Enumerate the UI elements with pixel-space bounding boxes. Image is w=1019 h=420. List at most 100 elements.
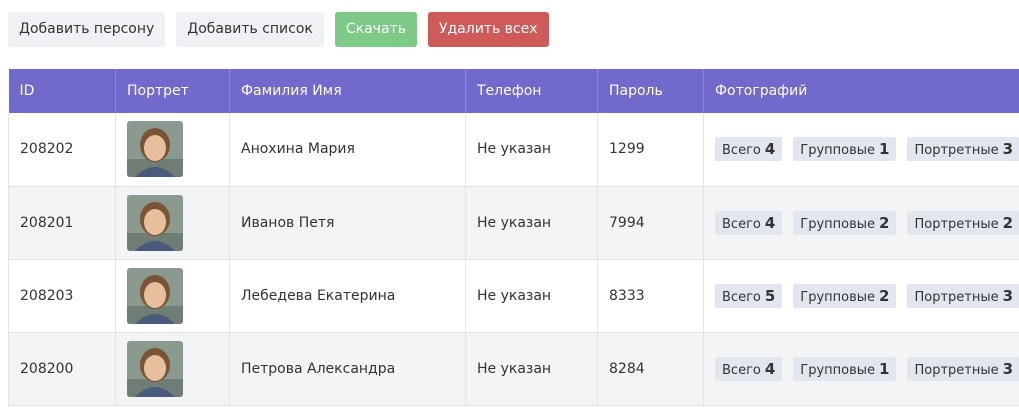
badge-group-label: Групповые (800, 143, 876, 159)
person-name: Анохина Мария (241, 141, 355, 158)
cell-password: 8333 (597, 259, 704, 333)
column-header-photos[interactable]: Фотографий (703, 69, 1019, 113)
person-password: 8284 (609, 360, 645, 377)
cell-password: 8284 (597, 332, 704, 406)
badge-portrait: Портретные 2 (907, 210, 1019, 235)
person-id: 208201 (20, 214, 74, 231)
photo-counts: Всего 4 Групповые 2 Портретные 2 (715, 210, 1019, 235)
cell-id: 208203 (8, 259, 116, 333)
badge-total-label: Всего (722, 362, 761, 378)
persons-table-container: ID Портрет Фамилия Имя Телефон Пароль Фо… (8, 69, 1019, 406)
portrait-thumbnail[interactable] (127, 340, 183, 397)
badge-portrait-label: Портретные (914, 216, 999, 232)
persons-table: ID Портрет Фамилия Имя Телефон Пароль Фо… (8, 69, 1019, 406)
cell-name: Анохина Мария (229, 113, 466, 187)
badge-total-count: 5 (764, 286, 776, 305)
table-row[interactable]: 208201 Иванов Петя Не указан 7994 Всего 4… (8, 186, 1019, 260)
badge-total-count: 4 (764, 140, 776, 159)
cell-name: Иванов Петя (229, 186, 466, 260)
person-id: 208202 (20, 141, 74, 158)
table-header-row: ID Портрет Фамилия Имя Телефон Пароль Фо… (8, 69, 1019, 113)
add-list-button[interactable]: Добавить список (176, 12, 324, 47)
person-password: 7994 (609, 214, 645, 231)
column-header-password[interactable]: Пароль (597, 69, 704, 113)
badge-portrait-count: 3 (1002, 359, 1014, 378)
photo-counts: Всего 5 Групповые 2 Портретные 3 (715, 283, 1019, 308)
person-phone: Не указан (477, 214, 552, 231)
badge-portrait-count: 3 (1002, 286, 1014, 305)
badge-portrait-count: 3 (1002, 140, 1014, 159)
person-phone: Не указан (477, 287, 552, 304)
cell-id: 208201 (8, 186, 116, 260)
portrait-thumbnail[interactable] (127, 194, 183, 251)
badge-total-label: Всего (722, 216, 761, 232)
badge-group: Групповые 2 (793, 210, 897, 235)
portrait-thumbnail[interactable] (127, 121, 183, 178)
cell-password: 7994 (597, 186, 704, 260)
add-person-button[interactable]: Добавить персону (8, 12, 166, 47)
person-name: Иванов Петя (241, 214, 335, 231)
person-password: 8333 (609, 287, 645, 304)
person-name: Петрова Александра (241, 360, 396, 377)
download-button[interactable]: Скачать (334, 12, 417, 47)
badge-portrait-label: Портретные (914, 362, 999, 378)
badge-group: Групповые 1 (793, 137, 897, 162)
portrait-thumbnail[interactable] (127, 267, 183, 324)
cell-photos: Всего 4 Групповые 1 Портретные 3 (703, 332, 1019, 406)
table-row[interactable]: 208200 Петрова Александра Не указан 8284… (8, 332, 1019, 406)
badge-total-label: Всего (722, 143, 761, 159)
column-header-phone[interactable]: Телефон (465, 69, 598, 113)
badge-group: Групповые 1 (793, 356, 897, 381)
badge-total-count: 4 (764, 213, 776, 232)
cell-id: 208200 (8, 332, 116, 406)
badge-total: Всего 4 (715, 356, 783, 381)
badge-total: Всего 5 (715, 283, 783, 308)
cell-phone: Не указан (465, 186, 598, 260)
table-row[interactable]: 208202 Анохина Мария Не указан 1299 Всег… (8, 113, 1019, 187)
photo-counts: Всего 4 Групповые 1 Портретные 3 (715, 356, 1019, 381)
cell-portrait (115, 259, 230, 333)
column-header-id[interactable]: ID (8, 69, 116, 113)
cell-portrait (115, 113, 230, 187)
person-phone: Не указан (477, 360, 552, 377)
cell-portrait (115, 186, 230, 260)
badge-total-label: Всего (722, 289, 761, 305)
badge-group-label: Групповые (800, 362, 876, 378)
badge-group-label: Групповые (800, 289, 876, 305)
badge-portrait: Портретные 3 (907, 137, 1019, 162)
person-id: 208203 (20, 287, 74, 304)
badge-total: Всего 4 (715, 210, 783, 235)
cell-name: Лебедева Екатерина (229, 259, 466, 333)
person-id: 208200 (20, 360, 74, 377)
badge-group-count: 2 (879, 213, 890, 232)
toolbar: Добавить персону Добавить список Скачать… (8, 12, 549, 47)
badge-group: Групповые 2 (793, 283, 897, 308)
badge-portrait-count: 2 (1002, 213, 1014, 232)
cell-password: 1299 (597, 113, 704, 187)
cell-id: 208202 (8, 113, 116, 187)
person-phone: Не указан (477, 141, 552, 158)
badge-portrait-label: Портретные (914, 143, 999, 159)
cell-phone: Не указан (465, 113, 598, 187)
badge-total-count: 4 (764, 359, 776, 378)
cell-photos: Всего 4 Групповые 2 Портретные 2 (703, 186, 1019, 260)
column-header-portrait[interactable]: Портрет (115, 69, 230, 113)
badge-portrait: Портретные 3 (907, 356, 1019, 381)
cell-photos: Всего 5 Групповые 2 Портретные 3 (703, 259, 1019, 333)
badge-group-count: 1 (879, 140, 890, 159)
badge-group-count: 1 (879, 359, 890, 378)
cell-name: Петрова Александра (229, 332, 466, 406)
delete-all-button[interactable]: Удалить всех (427, 12, 549, 47)
cell-photos: Всего 4 Групповые 1 Портретные 3 (703, 113, 1019, 187)
photo-counts: Всего 4 Групповые 1 Портретные 3 (715, 137, 1019, 162)
badge-portrait-label: Портретные (914, 289, 999, 305)
cell-portrait (115, 332, 230, 406)
table-row[interactable]: 208203 Лебедева Екатерина Не указан 8333… (8, 259, 1019, 333)
cell-phone: Не указан (465, 259, 598, 333)
badge-portrait: Портретные 3 (907, 283, 1019, 308)
person-name: Лебедева Екатерина (241, 287, 396, 304)
badge-group-count: 2 (879, 286, 890, 305)
column-header-name[interactable]: Фамилия Имя (229, 69, 466, 113)
cell-phone: Не указан (465, 332, 598, 406)
badge-group-label: Групповые (800, 216, 876, 232)
